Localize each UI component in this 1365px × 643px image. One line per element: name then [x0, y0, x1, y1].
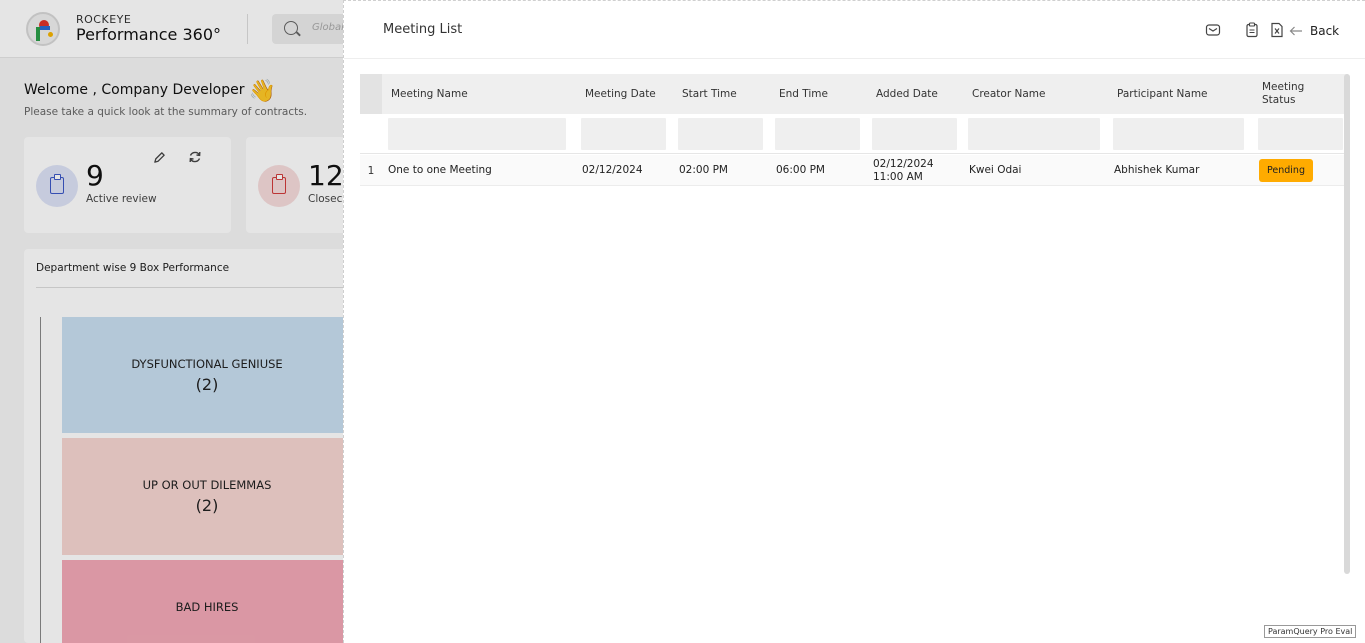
- cell-creator-name[interactable]: Kwei Odai: [969, 155, 1109, 186]
- cell-added-date[interactable]: 02/12/2024 11:00 AM: [873, 155, 965, 186]
- col-meeting-date[interactable]: Meeting Date: [585, 74, 679, 114]
- back-button[interactable]: Back: [1289, 21, 1339, 41]
- drawer-title: Meeting List: [383, 22, 463, 37]
- row-number: 1: [367, 164, 375, 177]
- meeting-list-drawer: Meeting List Back Meeting Name Meeting D…: [343, 0, 1365, 643]
- col-meeting-status[interactable]: Meeting Status: [1262, 74, 1332, 114]
- excel-export-icon[interactable]: [1269, 22, 1285, 38]
- cell-start-time[interactable]: 02:00 PM: [679, 155, 773, 186]
- meeting-grid: Meeting Name Meeting Date Start Time End…: [360, 74, 1348, 578]
- col-end-time[interactable]: End Time: [779, 74, 873, 114]
- filter-meeting-status[interactable]: [1258, 118, 1343, 150]
- cell-meeting-name[interactable]: One to one Meeting: [388, 155, 578, 186]
- filter-creator-name[interactable]: [968, 118, 1100, 150]
- arrow-left-icon: [1289, 26, 1302, 36]
- cell-participant-name[interactable]: Abhishek Kumar: [1114, 155, 1254, 186]
- col-participant-name[interactable]: Participant Name: [1117, 74, 1257, 114]
- filter-added-date[interactable]: [872, 118, 957, 150]
- filter-meeting-date[interactable]: [581, 118, 666, 150]
- filter-participant-name[interactable]: [1113, 118, 1244, 150]
- paramquery-watermark: ParamQuery Pro Eval: [1264, 625, 1357, 638]
- vertical-scrollbar[interactable]: [1344, 74, 1350, 574]
- drawer-header-divider: [344, 58, 1365, 59]
- status-badge: Pending: [1259, 159, 1313, 182]
- col-meeting-name[interactable]: Meeting Name: [391, 74, 581, 114]
- grid-filter-row: [360, 114, 1348, 154]
- filter-meeting-name[interactable]: [388, 118, 566, 150]
- col-added-date[interactable]: Added Date: [876, 74, 970, 114]
- filter-end-time[interactable]: [775, 118, 860, 150]
- email-export-icon[interactable]: [1205, 22, 1221, 38]
- clipboard-copy-icon[interactable]: [1244, 22, 1260, 38]
- modal-backdrop[interactable]: [0, 0, 343, 643]
- back-label: Back: [1310, 24, 1340, 38]
- col-start-time[interactable]: Start Time: [682, 74, 776, 114]
- cell-meeting-status[interactable]: Pending: [1259, 155, 1339, 186]
- cell-end-time[interactable]: 06:00 PM: [776, 155, 870, 186]
- col-creator-name[interactable]: Creator Name: [972, 74, 1112, 114]
- cell-meeting-date[interactable]: 02/12/2024: [582, 155, 676, 186]
- grid-header: Meeting Name Meeting Date Start Time End…: [360, 74, 1348, 154]
- table-row[interactable]: 1 One to one Meeting 02/12/2024 02:00 PM…: [360, 155, 1348, 186]
- filter-start-time[interactable]: [678, 118, 763, 150]
